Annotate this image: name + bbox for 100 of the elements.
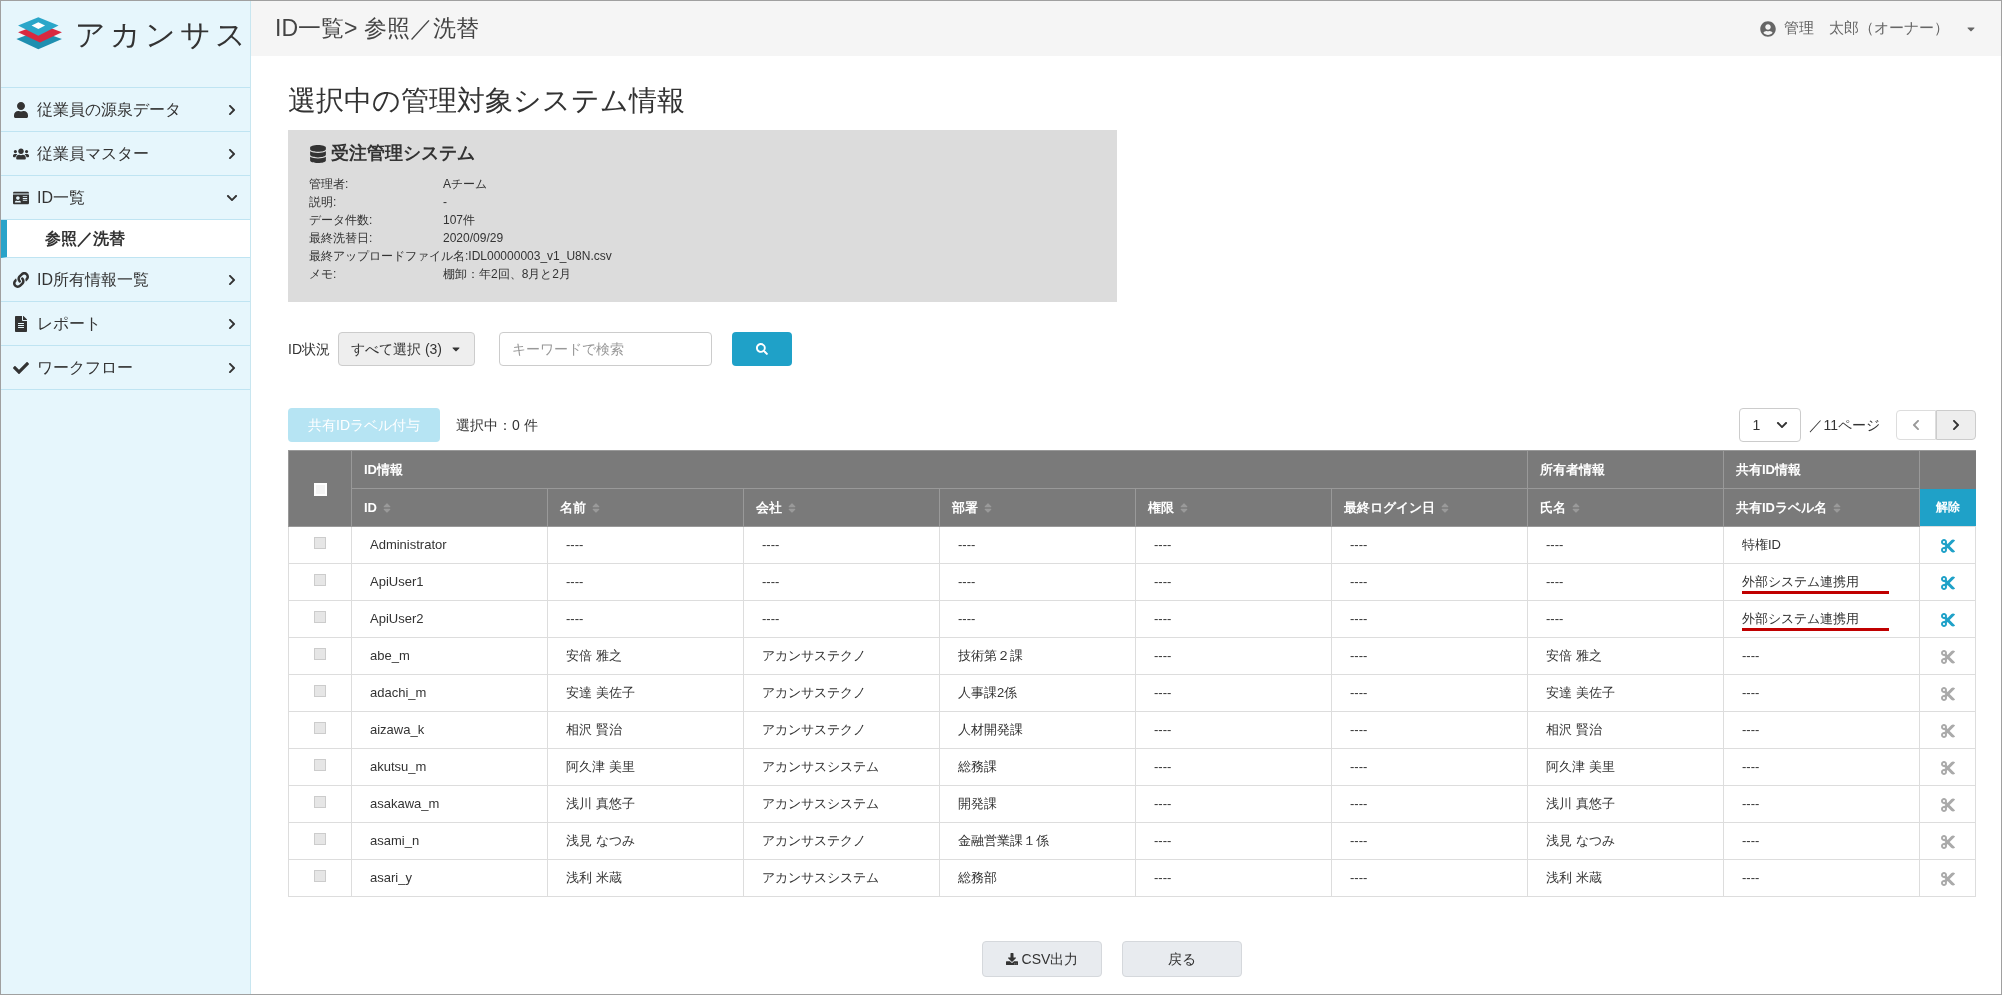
column-header[interactable]: ID bbox=[364, 497, 377, 518]
scissors-icon[interactable] bbox=[1939, 796, 1956, 813]
back-button[interactable]: 戻る bbox=[1122, 941, 1242, 977]
row-checkbox[interactable] bbox=[314, 685, 326, 698]
scissors-icon[interactable] bbox=[1939, 685, 1956, 702]
table-cell: アカンサスシステム bbox=[762, 870, 879, 886]
sort-icon[interactable] bbox=[590, 501, 602, 514]
table-cell: ---- bbox=[1154, 759, 1172, 775]
scissors-icon[interactable] bbox=[1939, 611, 1956, 628]
table-cell: ---- bbox=[762, 537, 780, 553]
table-cell: ---- bbox=[1350, 685, 1368, 701]
row-checkbox[interactable] bbox=[314, 574, 326, 587]
sort-icon[interactable] bbox=[381, 501, 393, 514]
table-cell: 安達 美佐子 bbox=[566, 685, 635, 701]
chevron-right-icon bbox=[226, 147, 238, 160]
search-icon bbox=[756, 343, 768, 355]
table-cell: 技術第２課 bbox=[958, 648, 1023, 664]
selection-count: 選択中：0 件 bbox=[456, 415, 538, 435]
table-cell: ---- bbox=[1154, 574, 1172, 590]
sidebar-item[interactable]: ワークフロー bbox=[1, 346, 250, 390]
column-header[interactable]: 部署 bbox=[952, 497, 978, 518]
table-cell: ---- bbox=[1350, 648, 1368, 664]
scissors-icon[interactable] bbox=[1939, 648, 1956, 665]
table-cell: ---- bbox=[1742, 759, 1760, 775]
status-dropdown[interactable]: すべて選択 (3) bbox=[338, 332, 475, 366]
table-cell: ---- bbox=[566, 574, 584, 590]
field-label: データ件数: bbox=[309, 212, 374, 229]
csv-export-button[interactable]: CSV出力 bbox=[982, 941, 1102, 977]
chevron-left-icon bbox=[1910, 419, 1922, 431]
table-cell: 人材開発課 bbox=[958, 722, 1023, 738]
scissors-icon[interactable] bbox=[1939, 537, 1956, 554]
scissors-icon[interactable] bbox=[1939, 870, 1956, 887]
table-cell: 浅利 米蔵 bbox=[1546, 870, 1602, 886]
table-cell: ---- bbox=[1154, 611, 1172, 627]
field-label: 管理者: bbox=[309, 176, 350, 193]
scissors-icon[interactable] bbox=[1939, 833, 1956, 850]
row-checkbox[interactable] bbox=[314, 833, 326, 846]
table-cell: ---- bbox=[762, 574, 780, 590]
table-cell: 安倍 雅之 bbox=[1546, 648, 1602, 664]
table-cell: asakawa_m bbox=[370, 796, 440, 812]
field-label: メモ: bbox=[309, 266, 338, 283]
table-cell: 浅川 真悠子 bbox=[566, 796, 635, 812]
row-checkbox[interactable] bbox=[314, 870, 326, 883]
table-cell: ---- bbox=[1350, 759, 1368, 775]
user-menu[interactable]: 管理 太郎（オーナー） bbox=[1760, 17, 1977, 40]
column-header[interactable]: 会社 bbox=[756, 497, 782, 518]
sidebar-item[interactable]: 従業員マスター bbox=[1, 132, 250, 176]
table-cell: ---- bbox=[1742, 685, 1760, 701]
table-cell: 阿久津 美里 bbox=[566, 759, 635, 775]
field-value: 107件 bbox=[443, 212, 476, 229]
sort-icon[interactable] bbox=[786, 501, 798, 514]
row-checkbox[interactable] bbox=[314, 611, 326, 624]
sort-icon[interactable] bbox=[1570, 501, 1582, 514]
sort-icon[interactable] bbox=[1178, 501, 1190, 514]
keyword-search-field[interactable]: キーワードで検索 bbox=[499, 332, 712, 366]
release-column-header: 解除 bbox=[1919, 488, 1976, 527]
page-title: 選択中の管理対象システム情報 bbox=[288, 84, 686, 118]
table-cell: ApiUser2 bbox=[370, 611, 424, 627]
sort-icon[interactable] bbox=[982, 501, 994, 514]
column-header[interactable]: 氏名 bbox=[1540, 497, 1566, 518]
column-header[interactable]: 名前 bbox=[560, 497, 586, 518]
table-cell: 開発課 bbox=[958, 796, 997, 812]
table-cell: abe_m bbox=[370, 648, 410, 664]
table-cell: aizawa_k bbox=[370, 722, 425, 738]
column-header[interactable]: 権限 bbox=[1148, 497, 1174, 518]
system-name: 受注管理システム bbox=[331, 142, 475, 165]
download-icon bbox=[1005, 953, 1018, 965]
table-cell: ---- bbox=[1350, 537, 1368, 553]
sidebar-item[interactable]: レポート bbox=[1, 302, 250, 346]
user-icon bbox=[1760, 20, 1776, 37]
sidebar-subitem[interactable]: 参照／洗替 bbox=[1, 220, 250, 258]
sidebar-item[interactable]: ID所有情報一覧 bbox=[1, 258, 250, 302]
row-checkbox[interactable] bbox=[314, 648, 326, 661]
select-all-checkbox[interactable] bbox=[313, 482, 327, 496]
search-button[interactable] bbox=[732, 332, 792, 366]
table-cell: 相沢 賢治 bbox=[1546, 722, 1602, 738]
table-cell: 安達 美佐子 bbox=[1546, 685, 1615, 701]
row-checkbox[interactable] bbox=[314, 796, 326, 809]
page-select[interactable]: 1 bbox=[1739, 408, 1802, 442]
row-checkbox[interactable] bbox=[314, 537, 326, 550]
sort-icon[interactable] bbox=[1831, 501, 1843, 514]
row-checkbox[interactable] bbox=[314, 722, 326, 735]
table-cell: 特権ID bbox=[1742, 537, 1781, 553]
next-page-button[interactable] bbox=[1936, 410, 1976, 440]
scissors-icon[interactable] bbox=[1939, 722, 1956, 739]
sort-icon[interactable] bbox=[1439, 501, 1451, 514]
filter-label: ID状況 bbox=[288, 339, 330, 359]
table-cell: ---- bbox=[1546, 537, 1564, 553]
field-label: 説明: bbox=[309, 194, 338, 211]
table-cell: ---- bbox=[1154, 833, 1172, 849]
field-value: 2020/09/29 bbox=[443, 230, 504, 247]
row-checkbox[interactable] bbox=[314, 759, 326, 772]
table-cell: ---- bbox=[1350, 611, 1368, 627]
scissors-icon[interactable] bbox=[1939, 574, 1956, 591]
table-cell: ---- bbox=[1154, 648, 1172, 664]
table-cell: 安倍 雅之 bbox=[566, 648, 622, 664]
scissors-icon[interactable] bbox=[1939, 759, 1956, 776]
sidebar-item[interactable]: 従業員の源泉データ bbox=[1, 88, 250, 132]
table-cell: 金融営業課１係 bbox=[958, 833, 1049, 849]
column-group-header: 所有者情報 bbox=[1540, 461, 1605, 477]
